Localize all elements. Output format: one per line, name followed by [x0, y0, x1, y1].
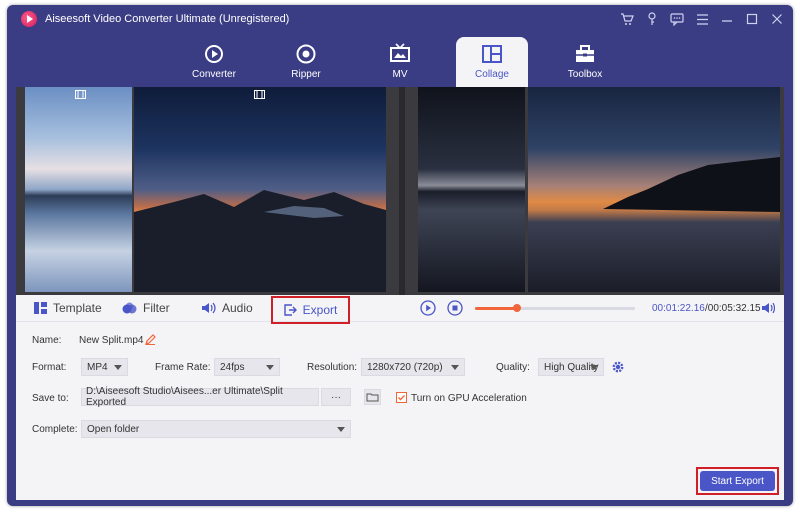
collage-cell-right-1[interactable] [418, 87, 525, 292]
minimize-icon[interactable] [719, 11, 735, 27]
quality-label: Quality: [496, 362, 530, 373]
filter-icon [122, 302, 137, 314]
gpu-label: Turn on GPU Acceleration [411, 393, 527, 404]
tab-mv-label: MV [392, 69, 408, 80]
main-nav: Converter Ripper MV Collage Toolbox [7, 33, 793, 87]
start-export-highlight: Start Export [696, 467, 779, 495]
format-select[interactable]: MP4 [81, 358, 128, 376]
complete-label: Complete: [32, 424, 78, 435]
play-icon[interactable] [420, 300, 436, 316]
film-icon [254, 90, 265, 99]
resolution-select[interactable]: 1280x720 (720p) [361, 358, 465, 376]
mountain-image [134, 190, 386, 292]
film-icon [75, 90, 86, 99]
collage-panel: Template Filter Audio Export 00:01:22.16 [16, 87, 784, 500]
browse-button[interactable]: ··· [321, 388, 351, 406]
app-title: Aiseesoft Video Converter Ultimate (Unre… [45, 13, 290, 25]
filter-label: Filter [143, 301, 170, 315]
stop-icon[interactable] [447, 300, 463, 316]
title-bar: Aiseesoft Video Converter Ultimate (Unre… [7, 5, 793, 33]
complete-value: Open folder [87, 423, 140, 435]
collage-icon [482, 45, 502, 63]
tab-collage[interactable]: Collage [456, 37, 528, 87]
edit-name-icon[interactable] [145, 334, 156, 345]
tab-toolbox[interactable]: Toolbox [549, 37, 621, 87]
app-window: Aiseesoft Video Converter Ultimate (Unre… [7, 5, 793, 506]
quality-select[interactable]: High Quality [538, 358, 604, 376]
tab-collage-label: Collage [475, 69, 509, 80]
tab-ripper-label: Ripper [291, 69, 321, 80]
name-value: New Split.mp4 [79, 335, 144, 346]
cart-icon[interactable] [619, 11, 635, 27]
time-current: 00:01:22.16 [652, 303, 705, 314]
chevron-down-icon [266, 365, 274, 370]
framerate-label: Frame Rate: [155, 362, 211, 373]
audio-label: Audio [222, 301, 253, 315]
template-icon [34, 302, 47, 314]
app-logo-icon [21, 11, 37, 27]
collage-cell-left-1[interactable] [25, 87, 132, 292]
saveto-path-field[interactable]: D:\Aiseesoft Studio\Aisees...er Ultimate… [81, 386, 319, 408]
browse-label: ··· [331, 391, 341, 403]
key-icon[interactable] [644, 11, 660, 27]
mv-icon [390, 43, 410, 62]
chevron-down-icon [337, 427, 345, 432]
format-value: MP4 [87, 361, 108, 373]
folder-icon[interactable] [364, 389, 381, 405]
tab-converter[interactable]: Converter [178, 37, 250, 87]
chat-icon[interactable] [669, 11, 685, 27]
format-label: Format: [32, 362, 67, 373]
tab-toolbox-label: Toolbox [567, 69, 603, 80]
chevron-down-icon [451, 365, 459, 370]
tab-mv[interactable]: MV [364, 37, 436, 87]
start-export-button[interactable]: Start Export [700, 471, 775, 491]
playback-progress-thumb[interactable] [512, 304, 521, 312]
playback-progress-fill [475, 307, 517, 310]
audio-tab[interactable]: Audio [202, 301, 253, 315]
export-icon [283, 304, 297, 316]
volume-icon[interactable] [762, 302, 775, 314]
saveto-label: Save to: [32, 393, 69, 404]
template-tab[interactable]: Template [34, 301, 102, 315]
gear-icon[interactable] [611, 360, 625, 374]
filter-tab[interactable]: Filter [122, 301, 170, 315]
export-tab[interactable]: Export [271, 296, 350, 324]
framerate-value: 24fps [220, 361, 245, 373]
ripper-icon [296, 44, 316, 64]
preview-divider [399, 87, 405, 295]
maximize-icon[interactable] [744, 11, 760, 27]
collage-cell-right-2[interactable] [528, 87, 780, 292]
title-bar-controls [619, 11, 785, 27]
framerate-select[interactable]: 24fps [214, 358, 280, 376]
tab-converter-label: Converter [192, 69, 236, 80]
chevron-down-icon [590, 365, 598, 370]
toolbox-icon [576, 45, 594, 62]
chevron-down-icon [114, 365, 122, 370]
speaker-icon [202, 302, 216, 314]
gpu-checkbox[interactable] [396, 392, 407, 403]
collage-control-bar: Template Filter Audio Export 00:01:22.16 [16, 295, 784, 324]
template-label: Template [53, 301, 102, 315]
time-total: /00:05:32.15 [705, 303, 761, 314]
converter-icon [205, 45, 223, 63]
resolution-label: Resolution: [307, 362, 358, 373]
cliff-image [603, 157, 780, 212]
preview-area [16, 87, 784, 295]
resolution-value: 1280x720 (720p) [367, 361, 443, 373]
menu-icon[interactable] [694, 11, 710, 27]
playback-progress-track[interactable] [475, 304, 635, 312]
complete-select[interactable]: Open folder [81, 420, 351, 438]
name-label: Name: [32, 335, 62, 346]
export-label: Export [302, 303, 338, 317]
saveto-value: D:\Aiseesoft Studio\Aisees...er Ultimate… [86, 386, 283, 408]
close-icon[interactable] [769, 11, 785, 27]
collage-cell-left-2[interactable] [134, 87, 386, 292]
tab-ripper[interactable]: Ripper [270, 37, 342, 87]
